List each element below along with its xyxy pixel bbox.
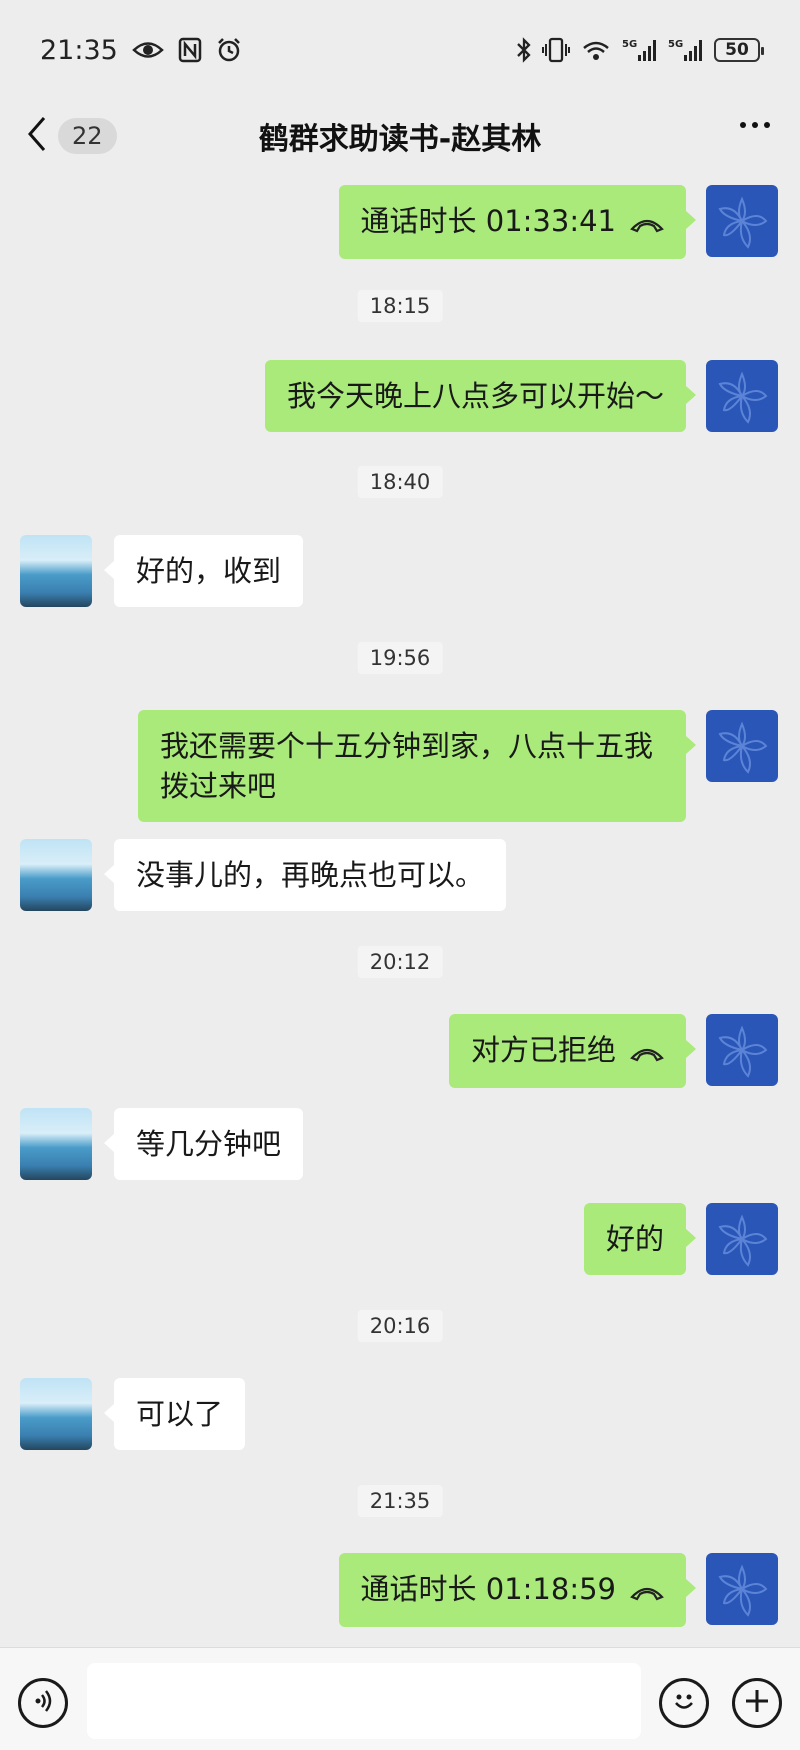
message-bubble[interactable]: 好的 bbox=[583, 1203, 697, 1275]
alarm-icon bbox=[216, 37, 242, 63]
more-options-button[interactable] bbox=[740, 122, 770, 128]
message-input[interactable] bbox=[87, 1663, 641, 1739]
hangup-phone-icon bbox=[630, 203, 664, 243]
message-bubble[interactable]: 可以了 bbox=[103, 1378, 246, 1450]
unread-count-badge: 22 bbox=[58, 118, 117, 154]
nfc-icon bbox=[178, 37, 202, 63]
more-dot bbox=[752, 122, 758, 128]
self-avatar[interactable] bbox=[706, 710, 778, 782]
more-functions-button[interactable] bbox=[732, 1678, 782, 1728]
svg-text:5G: 5G bbox=[668, 39, 683, 50]
status-left: 21:35 bbox=[40, 35, 242, 66]
timestamp: 18:40 bbox=[357, 466, 443, 498]
more-dot bbox=[740, 122, 746, 128]
message-bubble[interactable]: 我今天晚上八点多可以开始～ bbox=[264, 360, 697, 432]
self-avatar[interactable] bbox=[706, 1014, 778, 1086]
timestamp: 19:56 bbox=[357, 642, 443, 674]
vibrate-icon bbox=[542, 37, 570, 63]
hangup-phone-icon bbox=[630, 1032, 664, 1072]
status-right: 5G 5G 50 bbox=[516, 37, 764, 63]
timestamp: 21:35 bbox=[357, 1485, 443, 1517]
call-record-text: 对方已拒绝 bbox=[470, 1033, 616, 1067]
plus-icon bbox=[743, 1687, 771, 1719]
wifi-icon bbox=[580, 37, 612, 63]
message-bubble[interactable]: 没事儿的，再晚点也可以。 bbox=[103, 839, 507, 911]
chevron-left-icon bbox=[26, 114, 48, 158]
timestamp: 20:12 bbox=[357, 946, 443, 978]
more-dot bbox=[764, 122, 770, 128]
message-bubble[interactable]: 我还需要个十五分钟到家，八点十五我拨过来吧 bbox=[138, 710, 696, 822]
timestamp: 20:16 bbox=[357, 1310, 443, 1342]
chat-header: 22 鹤群求助读书-赵其林 bbox=[0, 100, 800, 172]
call-record-text: 通话时长 01:33:41 bbox=[360, 204, 616, 238]
message-bubble[interactable]: 等几分钟吧 bbox=[103, 1108, 304, 1180]
hangup-phone-icon bbox=[630, 1571, 664, 1611]
message-bubble[interactable]: 好的，收到 bbox=[103, 535, 304, 607]
self-avatar[interactable] bbox=[706, 1553, 778, 1625]
message-list[interactable]: 通话时长 01:33:41 18:15 我今天晚上八点多可以开始～ 18:40 … bbox=[0, 172, 800, 1647]
back-button[interactable]: 22 bbox=[26, 114, 117, 158]
signal-5g-icon: 5G bbox=[668, 37, 704, 63]
voice-icon bbox=[29, 1687, 57, 1719]
call-record-text: 通话时长 01:18:59 bbox=[360, 1572, 616, 1606]
timestamp: 18:15 bbox=[357, 290, 443, 322]
status-bar: 21:35 5G 5G 50 bbox=[0, 0, 800, 100]
input-bar bbox=[0, 1647, 800, 1750]
self-avatar[interactable] bbox=[706, 1203, 778, 1275]
voice-input-button[interactable] bbox=[18, 1678, 68, 1728]
call-record-bubble[interactable]: 通话时长 01:33:41 bbox=[338, 185, 697, 259]
peer-avatar[interactable] bbox=[20, 1108, 92, 1180]
page-title: 鹤群求助读书-赵其林 bbox=[258, 122, 542, 157]
svg-text:5G: 5G bbox=[622, 39, 637, 50]
signal-5g-icon: 5G bbox=[622, 37, 658, 63]
call-record-bubble[interactable]: 对方已拒绝 bbox=[448, 1014, 697, 1088]
peer-avatar[interactable] bbox=[20, 535, 92, 607]
eye-icon bbox=[131, 39, 164, 61]
battery-indicator: 50 bbox=[714, 38, 764, 62]
emoji-button[interactable] bbox=[659, 1678, 709, 1728]
self-avatar[interactable] bbox=[706, 360, 778, 432]
status-time: 21:35 bbox=[40, 34, 118, 66]
peer-avatar[interactable] bbox=[20, 839, 92, 911]
self-avatar[interactable] bbox=[706, 185, 778, 257]
call-record-bubble[interactable]: 通话时长 01:18:59 bbox=[338, 1553, 697, 1627]
emoji-icon bbox=[669, 1686, 699, 1720]
peer-avatar[interactable] bbox=[20, 1378, 92, 1450]
bluetooth-icon bbox=[516, 37, 532, 63]
